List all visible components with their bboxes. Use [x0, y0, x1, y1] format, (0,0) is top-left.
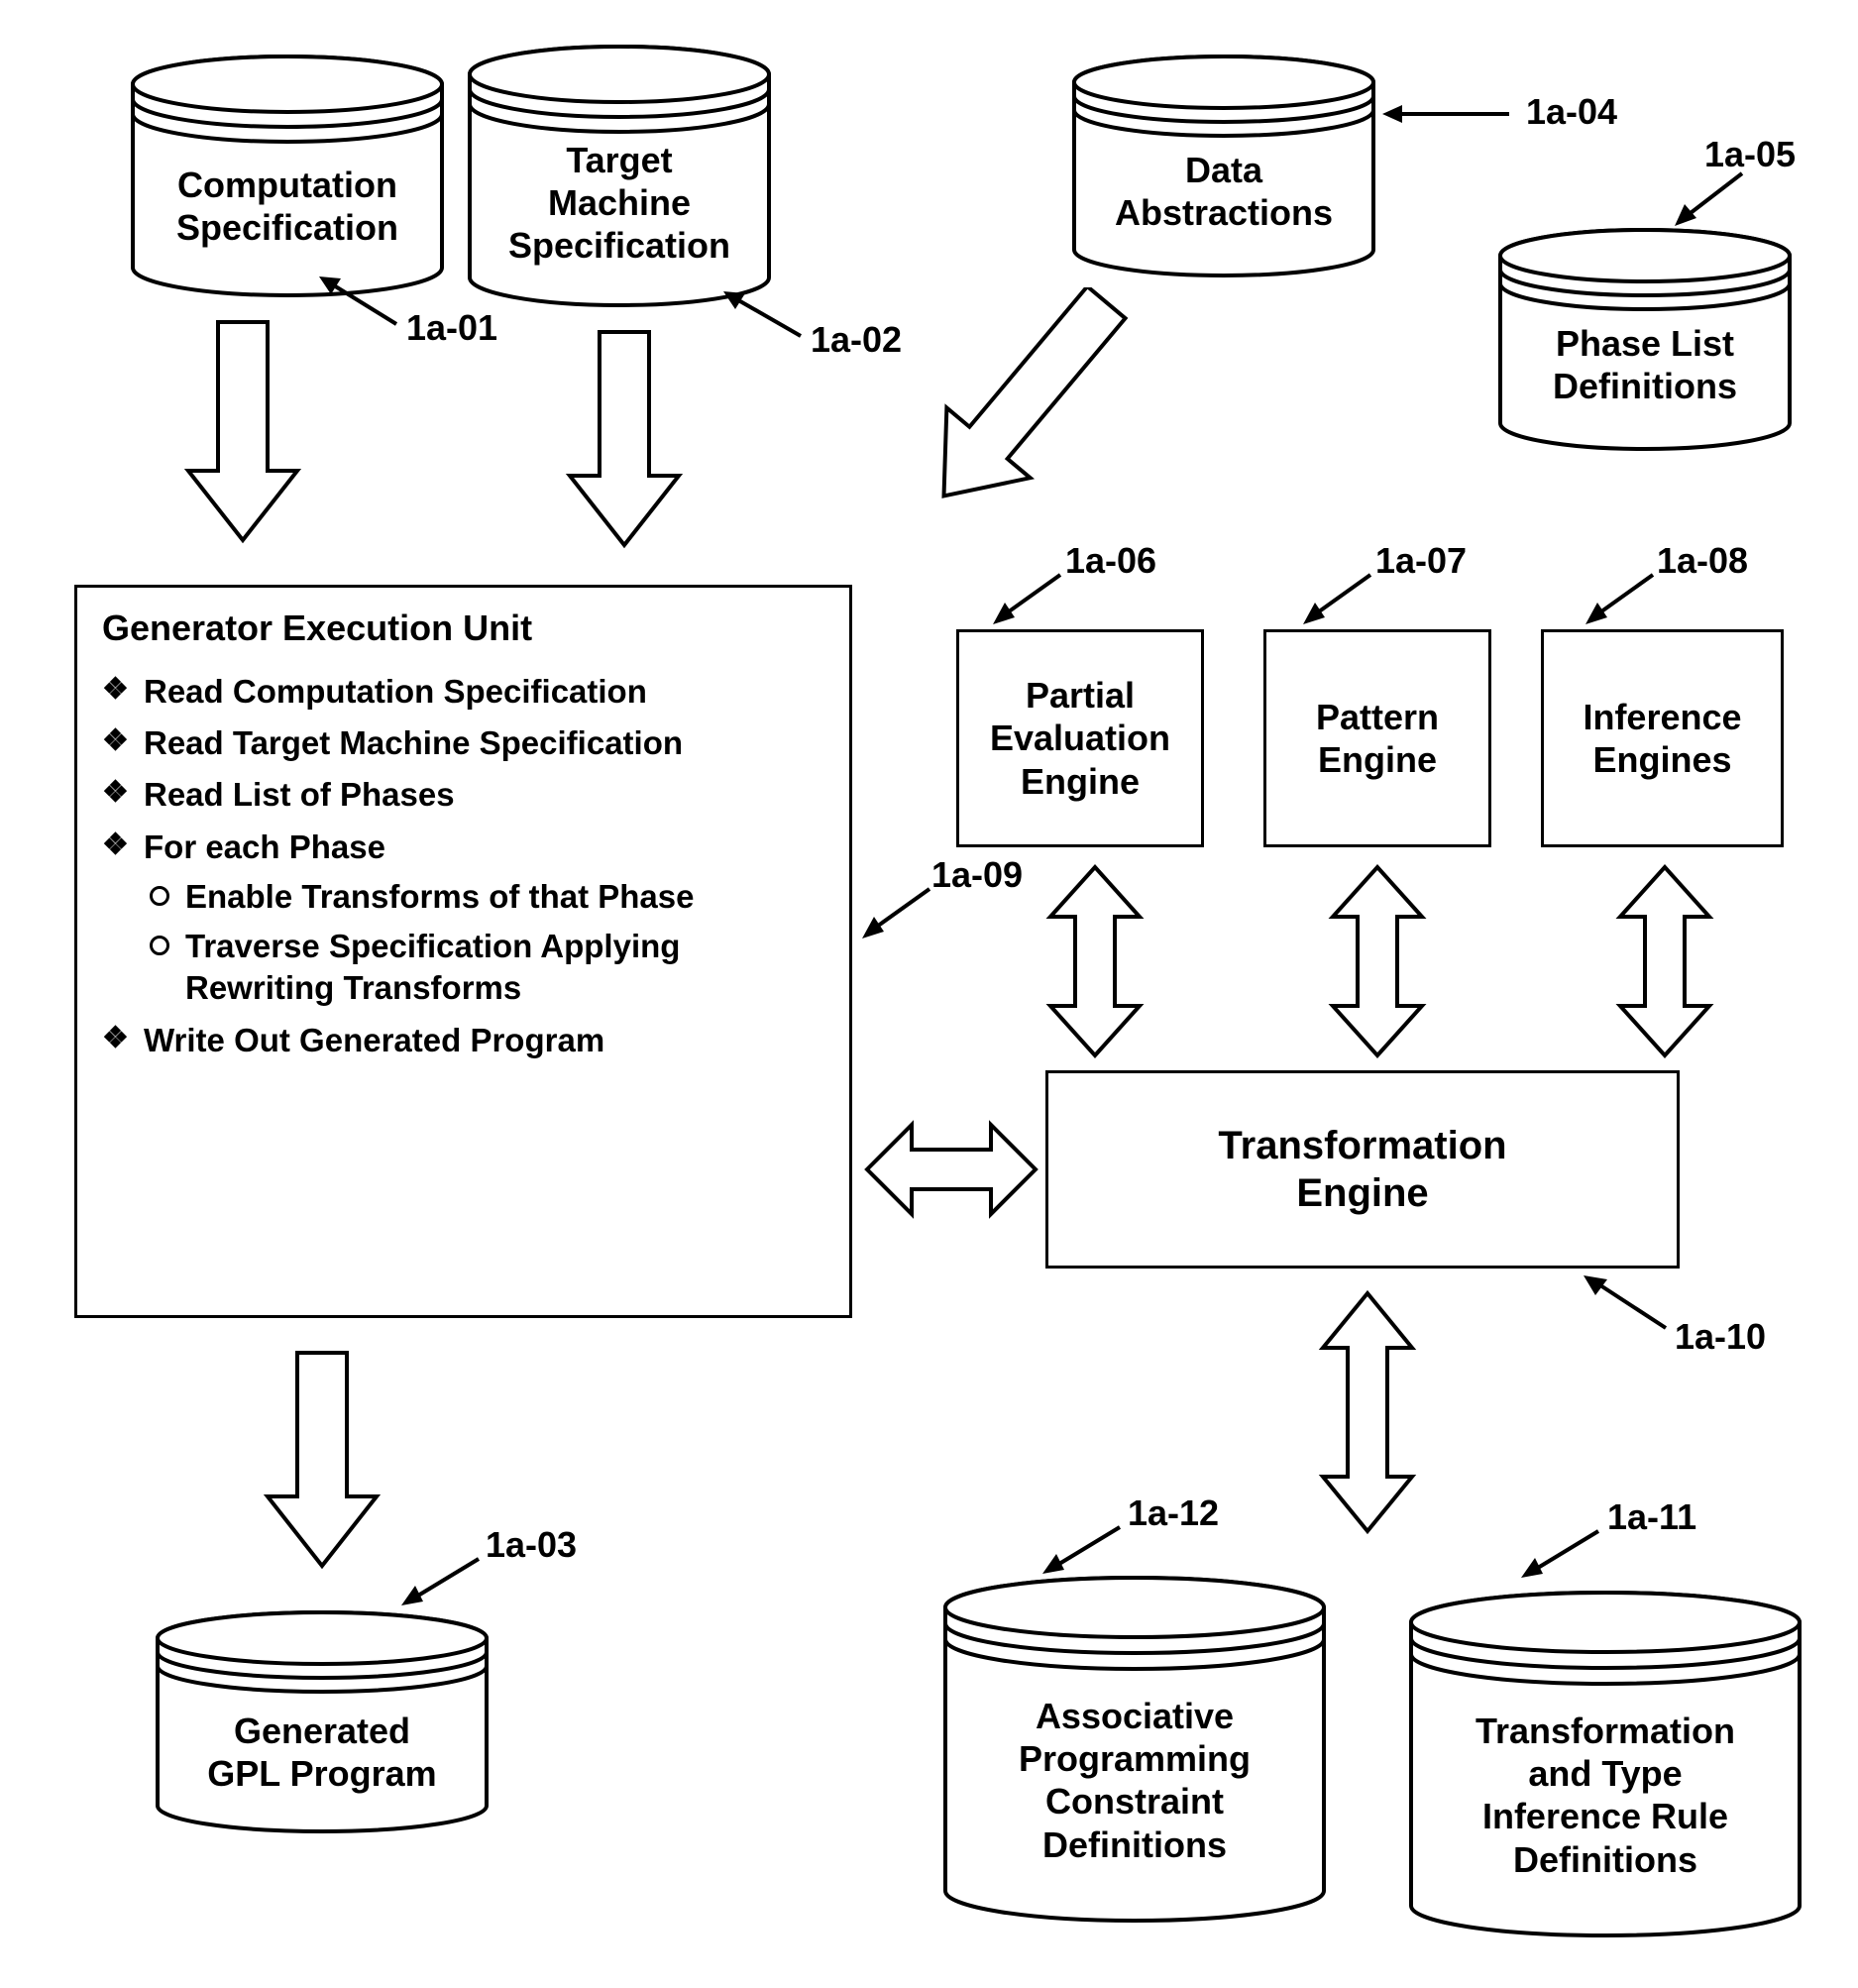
ref-label: 1a-05: [1704, 134, 1796, 175]
cylinder-computation-specification: Computation Specification: [129, 55, 446, 297]
ref-label: 1a-08: [1657, 540, 1748, 582]
cyl-label: Data: [1185, 150, 1262, 190]
cylinder-transformation-type-inference-rule-definitions: Transformation and Type Inference Rule D…: [1407, 1591, 1803, 1937]
geu-item: Read List of Phases: [102, 774, 824, 816]
ref-arrow-icon: [862, 884, 931, 943]
cylinder-data-abstractions: Data Abstractions: [1070, 55, 1377, 277]
box-label: Pattern: [1316, 697, 1439, 737]
geu-item: Write Out Generated Program: [102, 1020, 824, 1061]
ref-arrow-icon: [1303, 570, 1372, 629]
box-label: Engine: [1021, 761, 1140, 802]
arrow-bidir-vertical-icon: [1313, 1288, 1422, 1541]
cyl-label: Target: [566, 140, 672, 180]
ref-arrow-icon: [1521, 1526, 1600, 1586]
arrow-bidir-vertical-icon: [1610, 862, 1719, 1065]
ref-arrow-icon: [401, 1554, 481, 1613]
geu-item-label: For each Phase: [144, 828, 385, 865]
box-transformation-engine: Transformation Engine: [1045, 1070, 1680, 1269]
ref-label: 1a-03: [486, 1524, 577, 1566]
cylinder-generated-gpl-program: Generated GPL Program: [154, 1610, 491, 1833]
box-generator-execution-unit: Generator Execution Unit Read Computatio…: [74, 585, 852, 1318]
geu-item: Read Computation Specification: [102, 671, 824, 713]
arrow-diagonal-icon: [872, 287, 1149, 550]
box-label: Evaluation: [990, 718, 1170, 758]
ref-arrow-icon: [1675, 168, 1744, 233]
ref-arrow-icon: [319, 273, 398, 332]
cylinder-target-machine-specification: Target Machine Specification: [466, 45, 773, 307]
geu-item: Read Target Machine Specification: [102, 722, 824, 764]
arrow-bidir-vertical-icon: [1040, 862, 1149, 1065]
geu-subitem: Enable Transforms of that Phase: [144, 876, 824, 918]
ref-label: 1a-02: [811, 319, 902, 361]
cyl-label: Specification: [176, 207, 398, 248]
box-label: Engine: [1296, 1171, 1428, 1215]
cyl-label: and Type: [1528, 1753, 1682, 1794]
cyl-label: Abstractions: [1115, 192, 1333, 233]
ref-arrow-icon: [1042, 1522, 1122, 1582]
arrow-down-icon: [263, 1348, 382, 1576]
arrow-bidir-vertical-icon: [1323, 862, 1432, 1065]
cyl-label: Associative: [1036, 1696, 1234, 1736]
ref-label: 1a-12: [1128, 1492, 1219, 1534]
cyl-label: Specification: [508, 225, 730, 266]
cyl-label: Definitions: [1513, 1839, 1697, 1880]
cyl-label: Definitions: [1553, 366, 1737, 406]
cyl-label: Machine: [548, 182, 691, 223]
arrow-down-icon: [565, 327, 684, 555]
ref-arrow-icon: [1382, 99, 1511, 134]
ref-label: 1a-07: [1375, 540, 1467, 582]
box-label: Transformation: [1218, 1124, 1506, 1167]
arrow-bidir-horizontal-icon: [862, 1115, 1040, 1229]
geu-item: For each Phase Enable Transforms of that…: [102, 827, 824, 1010]
ref-label: 1a-04: [1526, 91, 1617, 133]
ref-arrow-icon: [723, 289, 803, 344]
cyl-label: Generated: [234, 1711, 410, 1751]
ref-arrow-icon: [1584, 1273, 1668, 1338]
cylinder-phase-list-definitions: Phase List Definitions: [1496, 228, 1794, 451]
cyl-label: GPL Program: [207, 1753, 436, 1794]
ref-arrow-icon: [993, 570, 1062, 629]
arrow-down-icon: [183, 317, 302, 550]
cyl-label: Definitions: [1042, 1824, 1227, 1865]
ref-label: 1a-01: [406, 307, 497, 349]
ref-arrow-icon: [1585, 570, 1655, 629]
cyl-label: Inference Rule: [1482, 1796, 1728, 1836]
box-label: Partial: [1026, 675, 1135, 716]
ref-label: 1a-06: [1065, 540, 1156, 582]
cyl-label: Phase List: [1556, 323, 1734, 364]
cylinder-associative-programming-constraint-definitions: Associative Programming Constraint Defin…: [941, 1576, 1328, 1923]
box-inference-engines: Inference Engines: [1541, 629, 1784, 847]
ref-label: 1a-09: [931, 854, 1023, 896]
cyl-label: Constraint: [1045, 1781, 1224, 1822]
box-label: Inference: [1583, 697, 1741, 737]
box-label: Engines: [1592, 739, 1731, 780]
cyl-label: Programming: [1019, 1738, 1251, 1779]
ref-label: 1a-10: [1675, 1316, 1766, 1358]
geu-title: Generator Execution Unit: [102, 607, 824, 649]
ref-label: 1a-11: [1607, 1496, 1696, 1538]
box-label: Engine: [1318, 739, 1437, 780]
box-partial-evaluation-engine: Partial Evaluation Engine: [956, 629, 1204, 847]
box-pattern-engine: Pattern Engine: [1263, 629, 1491, 847]
geu-subitem: Traverse Specification Applying Rewritin…: [144, 926, 824, 1009]
cyl-label: Computation: [177, 165, 397, 205]
cyl-label: Transformation: [1475, 1711, 1735, 1751]
